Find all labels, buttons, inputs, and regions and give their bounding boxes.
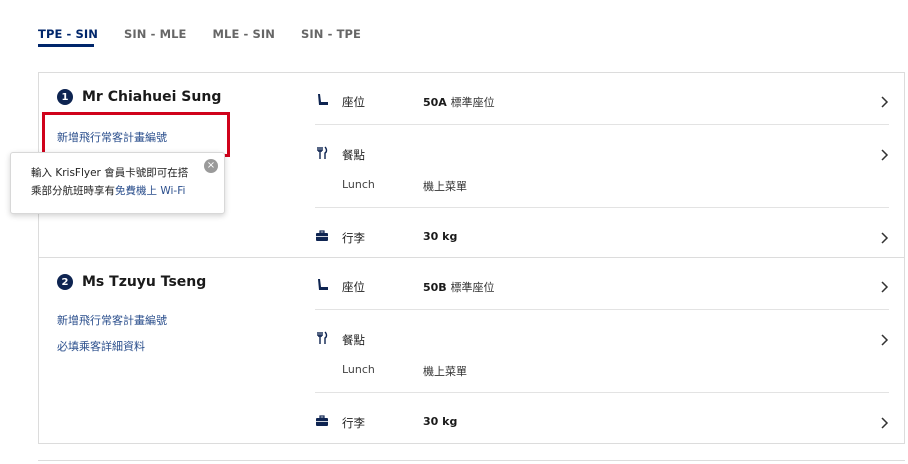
baggage-value: 30 kg <box>423 230 458 243</box>
chevron-right-icon[interactable] <box>879 147 889 161</box>
add-frequent-flyer-link[interactable]: 新增飛行常客計畫編號 <box>57 129 167 145</box>
passenger-name: Ms Tzuyu Tseng <box>82 274 207 290</box>
suitcase-icon <box>315 414 329 428</box>
free-wifi-link[interactable]: 免費機上 Wi-Fi <box>115 185 185 197</box>
close-icon[interactable]: × <box>204 159 218 173</box>
tooltip-text-line1: 輸入 KrisFlyer 會員卡號即可在搭 <box>31 167 189 179</box>
tab-sin-mle[interactable]: SIN - MLE <box>124 22 187 46</box>
meal-value: 機上菜單 <box>423 365 467 378</box>
chevron-right-icon[interactable] <box>879 279 889 293</box>
chevron-right-icon[interactable] <box>879 230 889 244</box>
chevron-right-icon[interactable] <box>879 94 889 108</box>
meal-value: 機上菜單 <box>423 180 467 193</box>
seat-icon <box>315 93 329 107</box>
baggage-label: 行李 <box>342 416 365 430</box>
seat-label: 座位 <box>342 280 365 294</box>
suitcase-icon <box>315 229 329 243</box>
meal-label: 餐點 <box>342 333 365 347</box>
baggage-value: 30 kg <box>423 415 458 428</box>
passenger-header: 1 Mr Chiahuei Sung <box>57 89 221 105</box>
cutlery-icon <box>315 331 329 345</box>
passenger-number-badge: 2 <box>57 274 73 290</box>
seat-icon <box>315 278 329 292</box>
divider <box>38 460 905 461</box>
tab-tpe-sin[interactable]: TPE - SIN <box>38 22 98 46</box>
passenger-header: 2 Ms Tzuyu Tseng <box>57 274 206 290</box>
tab-mle-sin[interactable]: MLE - SIN <box>213 22 276 46</box>
active-tab-indicator <box>38 44 94 47</box>
tab-sin-tpe[interactable]: SIN - TPE <box>301 22 361 46</box>
krisflyer-tooltip: 輸入 KrisFlyer 會員卡號即可在搭 乘部分航班時享有免費機上 Wi-Fi… <box>10 152 225 214</box>
cutlery-icon <box>315 146 329 160</box>
required-passenger-details-link[interactable]: 必填乘客詳細資料 <box>57 338 145 354</box>
passenger-name: Mr Chiahuei Sung <box>82 89 222 105</box>
meal-type: Lunch <box>342 178 375 191</box>
passenger-number-badge: 1 <box>57 89 73 105</box>
divider <box>315 309 889 310</box>
seat-value: 50A 標準座位 <box>423 96 495 109</box>
divider <box>315 392 889 393</box>
meal-label: 餐點 <box>342 148 365 162</box>
add-frequent-flyer-link[interactable]: 新增飛行常客計畫編號 <box>57 312 167 328</box>
divider <box>315 207 889 208</box>
passenger-card-2: 2 Ms Tzuyu Tseng 新增飛行常客計畫編號 必填乘客詳細資料 座位 … <box>38 258 905 444</box>
meal-type: Lunch <box>342 363 375 376</box>
chevron-right-icon[interactable] <box>879 332 889 346</box>
seat-label: 座位 <box>342 95 365 109</box>
baggage-label: 行李 <box>342 231 365 245</box>
tooltip-text-line2: 乘部分航班時享有免費機上 Wi-Fi <box>31 185 186 197</box>
chevron-right-icon[interactable] <box>879 415 889 429</box>
seat-value: 50B 標準座位 <box>423 281 495 294</box>
divider <box>315 124 889 125</box>
